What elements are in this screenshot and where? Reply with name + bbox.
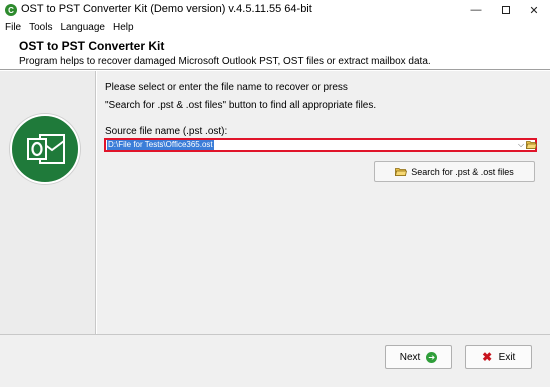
folder-search-icon [395,167,408,176]
window-title: OST to PST Converter Kit (Demo version) … [21,3,312,15]
exit-button[interactable]: ✖ Exit [465,345,532,369]
search-button-label: Search for .pst & .ost files [411,166,514,177]
exit-button-label: Exit [498,351,516,363]
page-subtitle: Program helps to recover damaged Microso… [19,56,431,67]
wizard-footer: Next ➔ ✖ Exit [0,334,550,387]
close-button[interactable]: ✕ [523,2,545,18]
menu-file[interactable]: File [0,22,25,33]
maximize-icon [502,6,510,14]
search-files-button[interactable]: Search for .pst & .ost files [374,161,535,182]
arrow-right-icon: ➔ [426,351,438,363]
menu-language[interactable]: Language [56,22,109,33]
source-file-label: Source file name (.pst .ost): [105,126,228,137]
instruction-text-1: Please select or enter the file name to … [105,82,348,93]
main-content: Please select or enter the file name to … [97,71,550,334]
maximize-button[interactable] [495,2,517,18]
title-bar: C OST to PST Converter Kit (Demo version… [0,0,550,20]
folder-open-icon [526,141,537,149]
menu-help[interactable]: Help [109,22,138,33]
instruction-text-2: "Search for .pst & .ost files" button to… [105,100,377,111]
minimize-button[interactable]: — [465,2,487,18]
next-button-label: Next [399,351,421,363]
next-button[interactable]: Next ➔ [385,345,452,369]
browse-button[interactable] [526,139,537,151]
source-file-combobox[interactable]: D:\File for Tests\Office365.ost ⌵ [104,138,537,152]
wizard-header: OST to PST Converter Kit Program helps t… [0,34,550,70]
menu-bar: File Tools Language Help [0,20,550,34]
close-x-icon: ✖ [482,349,493,364]
side-panel [0,71,96,334]
app-logo-icon: C [5,4,17,16]
outlook-envelope-icon [10,114,80,184]
menu-tools[interactable]: Tools [25,22,56,33]
page-title: OST to PST Converter Kit [19,39,165,53]
source-file-input[interactable]: D:\File for Tests\Office365.ost [107,140,214,150]
outlook-logo-graphic [27,134,65,164]
chevron-down-icon[interactable]: ⌵ [516,140,526,150]
